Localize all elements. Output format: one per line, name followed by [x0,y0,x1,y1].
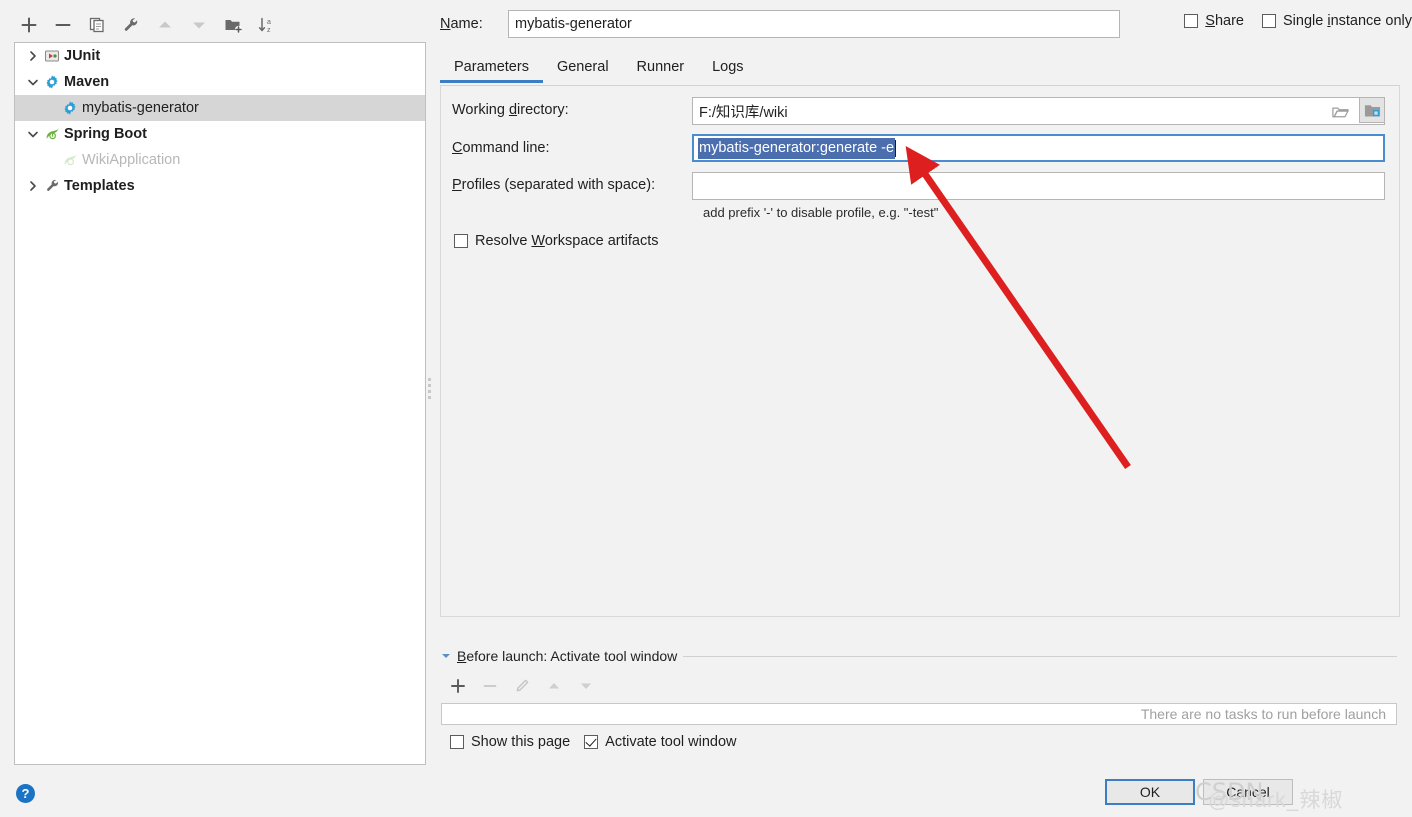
tab-parameters[interactable]: Parameters [440,52,543,83]
chevron-right-icon[interactable] [23,43,43,69]
spring-boot-icon [61,151,79,169]
resolve-workspace-artifacts-label: Resolve Workspace artifacts [475,233,659,249]
splitter-handle[interactable] [428,378,433,400]
ok-button[interactable]: OK [1105,779,1195,805]
chevron-down-icon[interactable] [23,69,43,95]
tree-item-mybatis-generator[interactable]: mybatis-generator [15,95,425,121]
add-icon[interactable] [14,11,44,39]
before-launch-header: Before launch: Activate tool window [441,647,1397,665]
share-label: Share [1205,13,1244,29]
command-line-selected-text: mybatis-generator:generate -e [698,137,896,159]
tree-item-label: WikiApplication [82,151,181,168]
activate-tool-window-label: Activate tool window [605,734,737,750]
before-launch-task-list[interactable]: There are no tasks to run before launch [441,703,1397,725]
configuration-tree[interactable]: JUnit Maven mybatis-generator Spring Boo… [14,42,426,765]
tree-item-wikiapplication[interactable]: WikiApplication [15,147,425,173]
tree-item-label: JUnit [64,47,101,64]
tab-runner[interactable]: Runner [623,52,699,79]
svg-text:z: z [267,27,271,34]
maven-gear-icon [61,99,79,117]
checkbox-box[interactable] [1184,14,1199,28]
add-task-icon[interactable] [445,674,471,698]
remove-task-icon [477,674,503,698]
configurations-left-panel: a z JUnit Maven mybatis-generator Spring… [0,0,428,817]
name-label: Name: [440,16,483,32]
tree-item-spring-boot[interactable]: Spring Boot [15,121,425,147]
tree-item-junit[interactable]: JUnit [15,43,425,69]
show-this-page-checkbox[interactable]: Show this page [450,734,570,750]
text-caret [895,139,897,157]
tree-item-label: Templates [64,177,135,194]
edit-task-icon [509,674,535,698]
tree-item-label: Spring Boot [64,125,147,142]
tree-item-label: Maven [64,73,110,90]
new-folder-icon[interactable] [218,11,248,39]
working-directory-label-row: Working directory: [452,102,569,118]
before-launch-divider [683,655,1397,657]
help-button[interactable]: ? [16,784,35,803]
run-debug-configurations-dialog: a z JUnit Maven mybatis-generator Spring… [0,0,1412,817]
maven-gear-icon [43,73,61,91]
watermark-user: @shark_辣椒 [1208,789,1344,812]
before-launch-toolbar [445,673,645,699]
command-line-label: Command line: [452,140,550,156]
profiles-label-row: Profiles (separated with space): [452,177,655,193]
name-label-mnemonic: N [440,16,451,32]
svg-text:a: a [267,19,271,26]
checkbox-box[interactable] [584,735,599,749]
header-checkboxes: Share Single instance only [1184,13,1412,29]
checkbox-box[interactable] [450,735,464,749]
name-input[interactable] [508,10,1120,38]
checkbox-box[interactable] [454,234,468,248]
profiles-hint: add prefix '-' to disable profile, e.g. … [703,205,939,220]
before-launch-empty-text: There are no tasks to run before launch [1140,706,1386,722]
copy-icon[interactable] [82,11,112,39]
spring-boot-icon [43,125,61,143]
tab-logs[interactable]: Logs [698,52,757,79]
wrench-icon [43,177,61,195]
checkbox-box[interactable] [1262,14,1276,28]
sort-alpha-icon[interactable]: a z [252,11,282,39]
command-line-input[interactable]: mybatis-generator:generate -e [692,134,1385,162]
module-folder-icon[interactable] [1359,97,1385,123]
junit-icon [43,47,61,65]
folder-open-icon[interactable] [1326,98,1354,124]
tab-general[interactable]: General [543,52,623,79]
editor-tabs: Parameters General Runner Logs [440,52,1408,86]
remove-icon[interactable] [48,11,78,39]
tree-item-label: mybatis-generator [82,99,199,116]
share-checkbox[interactable]: Share [1184,13,1244,29]
profiles-label: Profiles (separated with space): [452,177,656,193]
profiles-input[interactable] [692,172,1385,200]
tree-item-maven[interactable]: Maven [15,69,425,95]
panel-splitter[interactable] [425,0,437,817]
command-line-label-row: Command line: [452,140,550,156]
move-task-up-icon [541,674,567,698]
before-launch-options: Show this page Activate tool window [450,734,737,750]
resolve-workspace-artifacts-checkbox[interactable]: Resolve Workspace artifacts [454,233,659,249]
chevron-right-icon[interactable] [23,173,43,199]
configuration-tree-toolbar: a z [14,8,414,42]
wrench-icon[interactable] [116,11,146,39]
single-instance-only-label: Single instance only [1283,13,1412,29]
chevron-down-icon[interactable] [23,121,43,147]
single-instance-only-checkbox[interactable]: Single instance only [1262,13,1412,29]
tree-item-templates[interactable]: Templates [15,173,425,199]
move-down-icon [184,11,214,39]
collapse-triangle-icon[interactable] [441,648,451,664]
move-task-down-icon [573,674,599,698]
show-this-page-label: Show this page [471,734,571,750]
before-launch-title: Before launch: Activate tool window [457,648,678,664]
activate-tool-window-checkbox[interactable]: Activate tool window [584,734,737,750]
parameters-panel [440,86,1400,617]
move-up-icon [150,11,180,39]
working-directory-label: Working directory: [452,102,569,118]
working-directory-input[interactable] [692,97,1385,125]
